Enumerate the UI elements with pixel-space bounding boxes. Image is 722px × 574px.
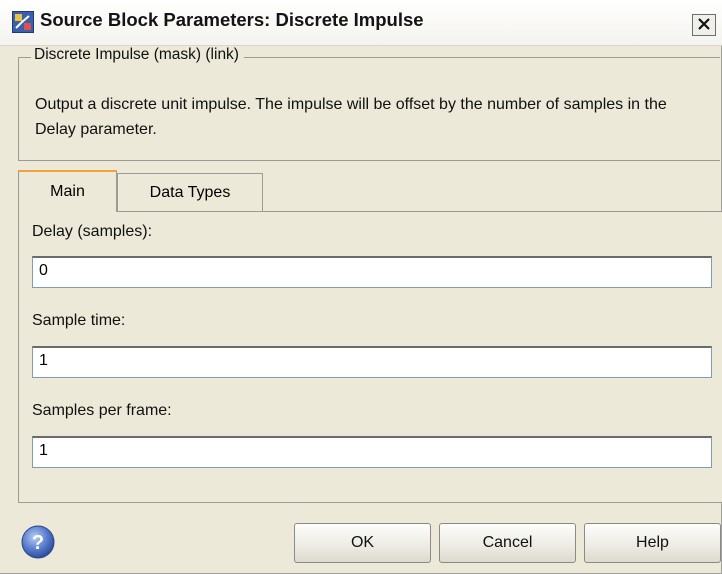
simulink-block-icon [12,11,34,33]
help-button[interactable]: Help [584,523,721,563]
window-title: Source Block Parameters: Discrete Impuls… [40,9,424,30]
sample-time-label: Sample time: [32,312,126,329]
ok-button[interactable]: OK [294,523,431,563]
main-tab-panel: Delay (samples): 0 Sample time: 1 Sample… [18,211,722,503]
sample-time-input[interactable]: 1 [32,346,712,378]
tab-main[interactable]: Main [18,170,117,212]
cancel-button[interactable]: Cancel [439,523,576,563]
dialog-window: Source Block Parameters: Discrete Impuls… [0,0,722,574]
svg-text:?: ? [32,532,44,554]
close-button[interactable] [692,14,716,36]
block-description: Output a discrete unit impulse. The impu… [35,96,667,138]
question-mark-icon[interactable]: ? [21,525,55,559]
tab-strip: Main Data Types [18,170,722,212]
help-button-label: Help [636,534,669,551]
delay-input[interactable]: 0 [32,256,712,288]
close-icon [698,16,710,34]
tab-main-label: Main [50,183,85,200]
block-description-group: Discrete Impulse (mask) (link) Output a … [18,46,720,161]
delay-label: Delay (samples): [32,223,153,240]
samples-per-frame-input[interactable]: 1 [32,436,712,468]
title-bar[interactable]: Source Block Parameters: Discrete Impuls… [0,0,722,46]
group-legend: Discrete Impulse (mask) (link) [31,46,244,64]
tab-data-types-label: Data Types [149,183,231,201]
ok-button-label: OK [350,534,375,551]
samples-per-frame-label: Samples per frame: [32,402,172,419]
cancel-button-label: Cancel [482,534,533,551]
tab-data-types[interactable]: Data Types [117,173,263,211]
